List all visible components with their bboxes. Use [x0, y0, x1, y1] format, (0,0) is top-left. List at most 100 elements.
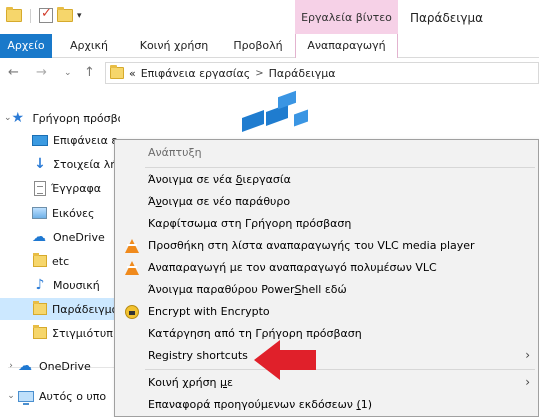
nav-item-screenshots[interactable]: Στιγμιότυπ: [0, 322, 120, 344]
menu-item-label: Κατάργηση από τη Γρήγορη πρόσβαση: [148, 327, 362, 340]
nav-item-pictures[interactable]: Εικόνες: [0, 202, 120, 224]
music-icon: ♪: [35, 277, 45, 293]
menu-item-vlc-add-playlist[interactable]: Προσθήκη στη λίστα αναπαραγωγής του VLC …: [115, 235, 538, 257]
menu-item-share-with[interactable]: Κοινή χρήση με ›: [115, 372, 538, 394]
nav-item-onedrive[interactable]: ☁ OneDrive: [0, 226, 120, 248]
expand-chevron-icon[interactable]: ⌄: [4, 113, 12, 123]
folder-icon: [33, 301, 47, 315]
nav-item-label: OneDrive: [53, 230, 105, 244]
onedrive-icon: ☁: [32, 229, 46, 245]
nav-item-label: Επιφάνεια ε: [53, 133, 118, 147]
up-arrow-icon[interactable]: ↑: [84, 65, 95, 80]
menu-item-unpin-quick-access[interactable]: Κατάργηση από τη Γρήγορη πρόσβαση: [115, 323, 538, 345]
menu-item-label: Άνοιγμα παραθύρου PowerShell εδώ: [148, 283, 347, 296]
video-tools-context-tab: Εργαλεία βίντεο: [295, 0, 398, 34]
nav-item-label: Παράδειγμα: [52, 302, 119, 316]
nav-item-desktop[interactable]: Επιφάνεια ε: [0, 129, 120, 151]
desktop-icon: [32, 135, 48, 146]
nav-item-label: Έγγραφα: [51, 181, 101, 195]
breadcrumb-separator[interactable]: >: [255, 68, 263, 79]
tab-file[interactable]: Αρχείο: [0, 34, 52, 58]
menu-item-open-new-process[interactable]: Άνοιγμα σε νέα διεργασία: [115, 169, 538, 191]
onedrive-icon: ☁: [18, 358, 32, 374]
title-bar: ▾ Εργαλεία βίντεο Παράδειγμα: [0, 0, 539, 34]
properties-check-icon[interactable]: [39, 6, 53, 23]
breadcrumb-desktop[interactable]: Επιφάνεια εργασίας: [141, 67, 250, 80]
nav-item-music[interactable]: ♪ Μουσική: [0, 274, 120, 296]
menu-item-open-new-window[interactable]: Άνοιγμα σε νέο παράθυρο: [115, 191, 538, 213]
menu-item-encrypto[interactable]: Encrypt with Encrypto: [115, 301, 538, 323]
ribbon-tabs: Αρχείο Αρχική Κοινή χρήση Προβολή Αναπαρ…: [0, 34, 539, 58]
folder-icon: [33, 253, 47, 267]
nav-item-label: etc: [52, 254, 70, 268]
submenu-chevron-icon: ›: [525, 348, 530, 362]
download-icon: ↓: [34, 156, 46, 172]
tab-share[interactable]: Κοινή χρήση: [126, 34, 222, 58]
menu-item-label: Ανάπτυξη: [148, 146, 202, 159]
star-icon: ★: [11, 110, 25, 126]
address-bar-row: ← → ⌄ ↑ « Επιφάνεια εργασίας > Παράδειγμ…: [0, 58, 539, 88]
nav-item-quick-access[interactable]: ⌄ ★ Γρήγορη πρόσβαση: [0, 107, 120, 129]
nav-item-label: Γρήγορη πρόσβαση: [32, 111, 120, 125]
nav-item-example[interactable]: Παράδειγμα: [0, 298, 120, 320]
menu-item-open-powershell[interactable]: Άνοιγμα παραθύρου PowerShell εδώ: [115, 279, 538, 301]
menu-item-label: Κοινή χρήση με: [148, 376, 233, 389]
window-title: Παράδειγμα: [410, 11, 483, 25]
menu-item-label: Αναπαραγωγή με τον αναπαραγωγό πολυμέσων…: [148, 261, 437, 274]
nav-item-label: Μουσική: [53, 278, 100, 292]
breadcrumb-current[interactable]: Παράδειγμα: [269, 67, 336, 80]
vlc-icon: [124, 260, 140, 276]
menu-item-expand: Ανάπτυξη: [115, 142, 538, 164]
nav-item-onedrive-root[interactable]: › ☁ OneDrive: [0, 355, 120, 377]
menu-item-label: Άνοιγμα σε νέα διεργασία: [148, 173, 291, 186]
menu-item-pin-quick-access[interactable]: Καρφίτσωμα στη Γρήγορη πρόσβαση: [115, 213, 538, 235]
divider: [30, 8, 31, 23]
nav-item-etc[interactable]: etc: [0, 250, 120, 272]
back-arrow-icon[interactable]: ←: [8, 65, 19, 80]
navigation-pane: ⌄ ★ Γρήγορη πρόσβαση Επιφάνεια ε ↓ Στοιχ…: [0, 96, 120, 417]
customize-dropdown-icon[interactable]: ▾: [77, 11, 82, 21]
submenu-chevron-icon: ›: [525, 375, 530, 389]
menu-item-label: Άνοιγμα σε νέο παράθυρο: [148, 195, 291, 208]
expand-chevron-icon[interactable]: ⌄: [4, 391, 18, 401]
annotation-arrow-icon: [254, 340, 316, 380]
folder-icon: [33, 325, 47, 339]
menu-item-restore-previous-versions[interactable]: Επαναφορά προηγούμενων εκδόσεων (1): [115, 394, 538, 416]
file-thumbnail-icon[interactable]: [238, 90, 308, 134]
nav-item-label: Εικόνες: [52, 206, 95, 220]
forward-arrow-icon[interactable]: →: [36, 65, 47, 80]
tab-playback[interactable]: Αναπαραγωγή: [295, 34, 398, 58]
pictures-icon: [32, 207, 47, 219]
menu-item-label: Προσθήκη στη λίστα αναπαραγωγής του VLC …: [148, 239, 475, 252]
tab-view[interactable]: Προβολή: [224, 34, 292, 58]
nav-item-documents[interactable]: Έγγραφα: [0, 177, 120, 199]
nav-item-downloads[interactable]: ↓ Στοιχεία λή: [0, 153, 120, 175]
computer-icon: [18, 390, 34, 405]
menu-item-label: Registry shortcuts: [148, 349, 248, 362]
path-overflow[interactable]: «: [129, 67, 136, 80]
nav-item-this-pc[interactable]: ⌄ Αυτός ο υπο: [0, 385, 120, 407]
divider: [145, 369, 535, 370]
new-folder-icon[interactable]: [57, 7, 73, 22]
recent-locations-chevron-icon[interactable]: ⌄: [64, 68, 72, 78]
nav-item-label: Στοιχεία λή: [53, 157, 118, 171]
folder-icon: [6, 7, 22, 22]
nav-item-label: Στιγμιότυπ: [52, 326, 113, 340]
menu-item-registry-shortcuts[interactable]: Registry shortcuts ›: [115, 345, 538, 367]
nav-item-label: OneDrive: [39, 359, 91, 373]
menu-item-label: Επαναφορά προηγούμενων εκδόσεων (1): [148, 398, 373, 411]
menu-item-label: Encrypt with Encrypto: [148, 305, 270, 318]
context-menu: Ανάπτυξη Άνοιγμα σε νέα διεργασία Άνοιγμ…: [114, 139, 539, 417]
encrypto-lock-icon: [124, 304, 140, 320]
menu-item-label: Καρφίτσωμα στη Γρήγορη πρόσβαση: [148, 217, 352, 230]
divider: [145, 167, 535, 168]
vlc-icon: [124, 238, 140, 254]
tab-home[interactable]: Αρχική: [58, 34, 120, 58]
menu-item-vlc-play[interactable]: Αναπαραγωγή με τον αναπαραγωγό πολυμέσων…: [115, 257, 538, 279]
address-box[interactable]: « Επιφάνεια εργασίας > Παράδειγμα: [105, 62, 539, 84]
documents-icon: [34, 180, 46, 196]
expand-chevron-icon[interactable]: ›: [4, 361, 18, 371]
folder-icon: [110, 65, 124, 79]
quick-access-toolbar: ▾: [6, 6, 82, 23]
nav-item-label: Αυτός ο υπο: [39, 389, 107, 403]
